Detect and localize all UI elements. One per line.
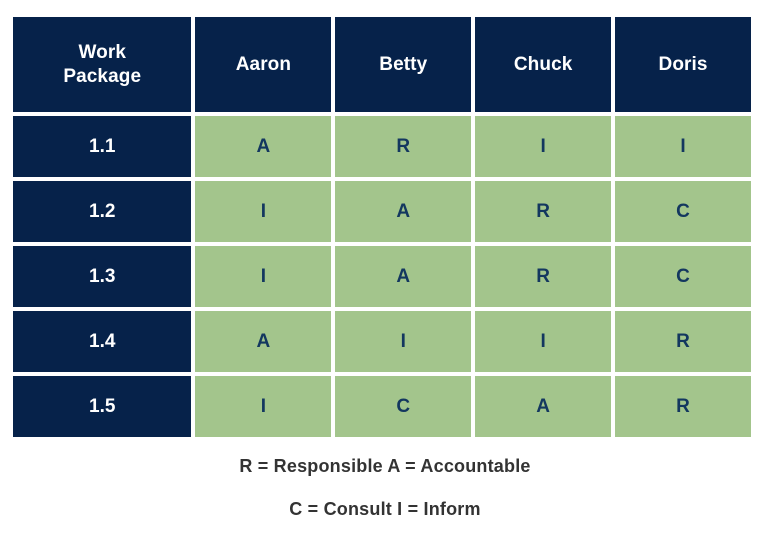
raci-cell-doris: C (615, 246, 751, 307)
legend-line-responsible-accountable: R = Responsible A = Accountable (239, 456, 531, 476)
raci-cell-chuck: A (475, 376, 612, 437)
table-row: 1.5 I C A R (13, 376, 751, 437)
raci-cell-doris: R (615, 376, 751, 437)
column-header-betty: Betty (335, 17, 472, 112)
raci-cell-aaron: A (195, 311, 332, 372)
column-header-work-package-line1: Work (78, 41, 127, 63)
column-header-work-package: Work Package (13, 17, 192, 112)
raci-cell-doris: C (615, 181, 751, 242)
table-row: 1.2 I A R C (13, 181, 751, 242)
row-label-work-package: 1.4 (13, 311, 192, 372)
raci-cell-aaron: A (195, 116, 332, 177)
table-header-row: Work Package Aaron Betty Chuck Doris (13, 17, 751, 112)
raci-cell-doris: I (615, 116, 751, 177)
column-header-chuck: Chuck (475, 17, 612, 112)
raci-cell-betty: I (335, 311, 472, 372)
raci-legend: R = Responsible A = Accountable C = Cons… (0, 448, 770, 520)
raci-cell-doris: R (615, 311, 751, 372)
raci-matrix-table: Work Package Aaron Betty Chuck Doris 1.1… (9, 13, 755, 441)
table-row: 1.4 A I I R (13, 311, 751, 372)
column-header-doris: Doris (615, 17, 751, 112)
row-label-work-package: 1.2 (13, 181, 192, 242)
row-label-work-package: 1.1 (13, 116, 192, 177)
raci-cell-aaron: I (195, 376, 332, 437)
row-label-work-package: 1.3 (13, 246, 192, 307)
raci-cell-betty: C (335, 376, 472, 437)
table-row: 1.1 A R I I (13, 116, 751, 177)
raci-matrix-page: Work Package Aaron Betty Chuck Doris 1.1… (0, 0, 770, 542)
column-header-aaron: Aaron (195, 17, 332, 112)
raci-cell-aaron: I (195, 181, 332, 242)
raci-cell-betty: A (335, 181, 472, 242)
raci-cell-chuck: I (475, 311, 612, 372)
table-row: 1.3 I A R C (13, 246, 751, 307)
raci-cell-chuck: R (475, 181, 612, 242)
raci-cell-chuck: I (475, 116, 612, 177)
column-header-work-package-line2: Package (63, 65, 142, 87)
raci-cell-aaron: I (195, 246, 332, 307)
raci-cell-betty: R (335, 116, 472, 177)
raci-cell-betty: A (335, 246, 472, 307)
legend-line-consult-inform: C = Consult I = Inform (289, 499, 481, 519)
raci-cell-chuck: R (475, 246, 612, 307)
row-label-work-package: 1.5 (13, 376, 192, 437)
